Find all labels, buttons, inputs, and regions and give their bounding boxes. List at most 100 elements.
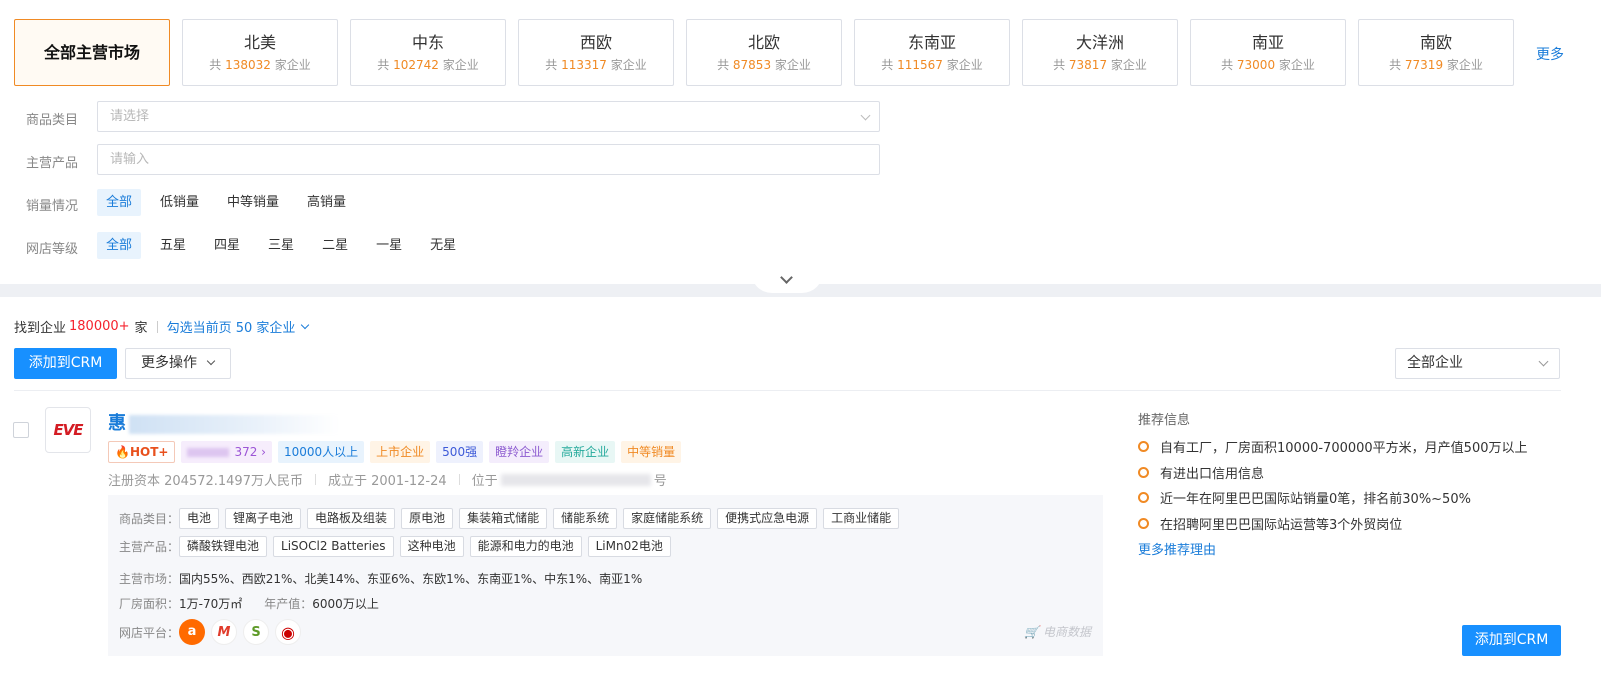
collapse-filters-button[interactable]	[751, 271, 823, 293]
sales-option[interactable]: 全部	[97, 189, 142, 216]
store-option[interactable]: 一星	[367, 232, 411, 259]
recommend-item: 自有工厂，厂房面积10000-700000平方米，月产值500万以上	[1138, 437, 1528, 456]
recommend-text: 有进出口信用信息	[1160, 466, 1265, 482]
company-tags: 🔥HOT+ 372 › 10000人以上 上市企业 500强 瞪羚企业 高新企业 中等销量	[108, 441, 682, 463]
market-name: 南亚	[1251, 33, 1284, 52]
add-to-crm-card-button[interactable]: 添加到CRM	[1462, 625, 1561, 656]
company-logo: EVE	[45, 407, 91, 453]
market-tab[interactable]: 南亚共 73000 家企业	[1190, 19, 1346, 86]
sales-option[interactable]: 低销量	[151, 189, 208, 216]
product-input[interactable]: 请输入	[97, 144, 880, 175]
product-chip[interactable]: LiSOCl2 Batteries	[273, 536, 394, 557]
market-row: 主营市场： 国内55%、西欧21%、北美14%、东亚6%、东欧1%、东南亚1%、…	[119, 570, 642, 587]
category-chip[interactable]: 储能系统	[553, 508, 618, 529]
company-tag: 10000人以上	[277, 441, 365, 463]
alibaba-icon[interactable]: a	[179, 619, 206, 645]
count-value: 87853	[732, 58, 772, 72]
product-chip[interactable]: LiMn02电池	[587, 536, 671, 557]
count-prefix: 共	[377, 58, 390, 72]
market-count: 共 111567 家企业	[855, 57, 1009, 73]
output-label: 年产值：	[264, 597, 313, 611]
category-chip[interactable]: 原电池	[401, 508, 454, 529]
company-checkbox[interactable]	[13, 422, 29, 438]
divider	[458, 474, 460, 485]
market-tab[interactable]: 北美共 138032 家企业	[182, 19, 338, 86]
category-chip[interactable]: 集装箱式储能	[459, 508, 548, 529]
shopify-icon[interactable]: S	[243, 619, 270, 645]
location-prefix: 位于	[471, 474, 498, 489]
market-tab[interactable]: 全部主营市场	[14, 19, 170, 86]
market-tab[interactable]: 西欧共 113317 家企业	[518, 19, 674, 86]
market-name: 南欧	[1419, 33, 1452, 52]
category-label: 商品类目	[26, 113, 79, 128]
category-chip[interactable]: 电池	[179, 508, 220, 529]
count-suffix: 家企业	[1446, 58, 1483, 72]
add-to-crm-button[interactable]: 添加到CRM	[14, 348, 117, 379]
ecommerce-data-link[interactable]: 🛒 电商数据	[1024, 623, 1091, 640]
company-info: 注册资本 204572.1497万人民币 成立于 2001-12-24 位于 号	[108, 470, 667, 489]
target-icon[interactable]: ◉	[275, 619, 302, 645]
recommend-text: 自有工厂，厂房面积10000-700000平方米，月产值500万以上	[1160, 441, 1528, 456]
market-name: 北美	[243, 33, 276, 52]
count-prefix: 共	[1389, 58, 1402, 72]
platform-row: 网店平台： a M S ◉	[119, 619, 307, 645]
sales-option[interactable]: 高销量	[298, 189, 355, 216]
company-name-redacted	[129, 414, 339, 434]
product-chip[interactable]: 这种电池	[399, 536, 464, 557]
count-suffix: 家企业	[946, 58, 983, 72]
made-in-china-icon[interactable]: M	[211, 619, 238, 645]
sales-option[interactable]: 中等销量	[218, 189, 288, 216]
count-prefix: 共	[545, 58, 558, 72]
count-prefix: 共	[1053, 58, 1066, 72]
count-suffix: 家企业	[442, 58, 479, 72]
category-chip[interactable]: 便携式应急电源	[717, 508, 818, 529]
store-option[interactable]: 五星	[151, 232, 195, 259]
count-suffix: 家企业	[1110, 58, 1147, 72]
company-filter-select[interactable]: 全部企业	[1395, 348, 1560, 379]
ecommerce-data-label: 电商数据	[1042, 625, 1091, 639]
product-chip[interactable]: 磷酸铁锂电池	[179, 536, 268, 557]
chevron-down-icon	[780, 271, 793, 284]
store-option[interactable]: 无星	[421, 232, 465, 259]
redacted-text	[187, 448, 230, 457]
count-suffix: 家企业	[774, 58, 811, 72]
market-tab[interactable]: 中东共 102742 家企业	[350, 19, 506, 86]
results-summary: 找到企业 180000+ 家 勾选当前页 50 家企业	[14, 317, 310, 336]
store-option[interactable]: 二星	[313, 232, 357, 259]
count-prefix: 共	[881, 58, 894, 72]
category-chip[interactable]: 家庭储能系统	[623, 508, 712, 529]
store-option[interactable]: 三星	[259, 232, 303, 259]
count-value: 111567	[897, 58, 943, 72]
redacted-tag-num: 372	[234, 445, 258, 459]
recommend-item: 有进出口信用信息	[1138, 463, 1264, 482]
category-select[interactable]: 请选择	[97, 101, 880, 132]
category-chip[interactable]: 电路板及组装	[307, 508, 396, 529]
more-reasons-link[interactable]: 更多推荐理由	[1138, 539, 1216, 558]
market-tab[interactable]: 北欧共 87853 家企业	[686, 19, 842, 86]
market-tab[interactable]: 大洋洲共 73817 家企业	[1022, 19, 1178, 86]
product-chip[interactable]: 能源和电力的电池	[469, 536, 582, 557]
more-markets-link[interactable]: 更多	[1536, 44, 1564, 64]
store-option[interactable]: 四星	[205, 232, 249, 259]
divider	[156, 320, 158, 333]
category-chip[interactable]: 工商业储能	[823, 508, 900, 529]
store-option[interactable]: 全部	[97, 232, 142, 259]
store-options: 全部 五星 四星 三星 二星 一星 无星	[97, 232, 465, 259]
market-name: 北欧	[747, 33, 780, 52]
hot-badge: 🔥HOT+	[108, 441, 176, 463]
count-suffix: 家企业	[1278, 58, 1315, 72]
count-suffix: 家企业	[610, 58, 647, 72]
company-name-visible: 惠	[108, 413, 126, 434]
market-name: 东南亚	[907, 33, 956, 52]
market-count: 共 77319 家企业	[1359, 57, 1513, 73]
recommend-text: 近一年在阿里巴巴国际站销量0笔，排名前30%~50%	[1160, 492, 1471, 507]
market-tab[interactable]: 南欧共 77319 家企业	[1358, 19, 1514, 86]
more-operations-button[interactable]: 更多操作	[125, 348, 231, 379]
company-name-link[interactable]: 惠	[108, 409, 339, 435]
market-tab[interactable]: 东南亚共 111567 家企业	[854, 19, 1010, 86]
redacted-tag[interactable]: 372 ›	[181, 441, 272, 463]
category-chip[interactable]: 锂离子电池	[225, 508, 302, 529]
count-value: 77319	[1404, 58, 1444, 72]
count-value: 113317	[561, 58, 607, 72]
select-page-link[interactable]: 勾选当前页 50 家企业	[167, 317, 296, 336]
